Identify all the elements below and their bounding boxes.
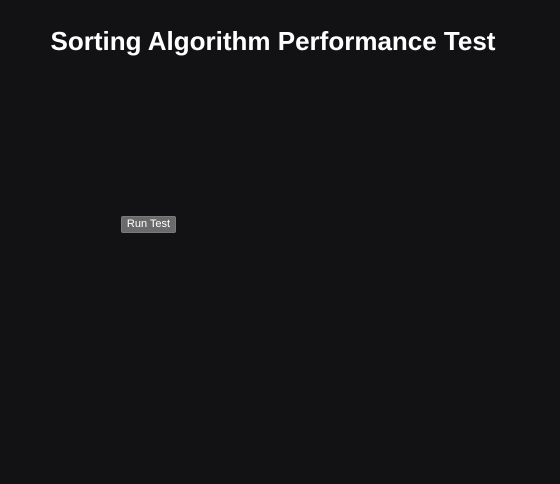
run-test-button[interactable]: Run Test xyxy=(121,216,176,233)
page-title: Sorting Algorithm Performance Test xyxy=(50,26,496,56)
